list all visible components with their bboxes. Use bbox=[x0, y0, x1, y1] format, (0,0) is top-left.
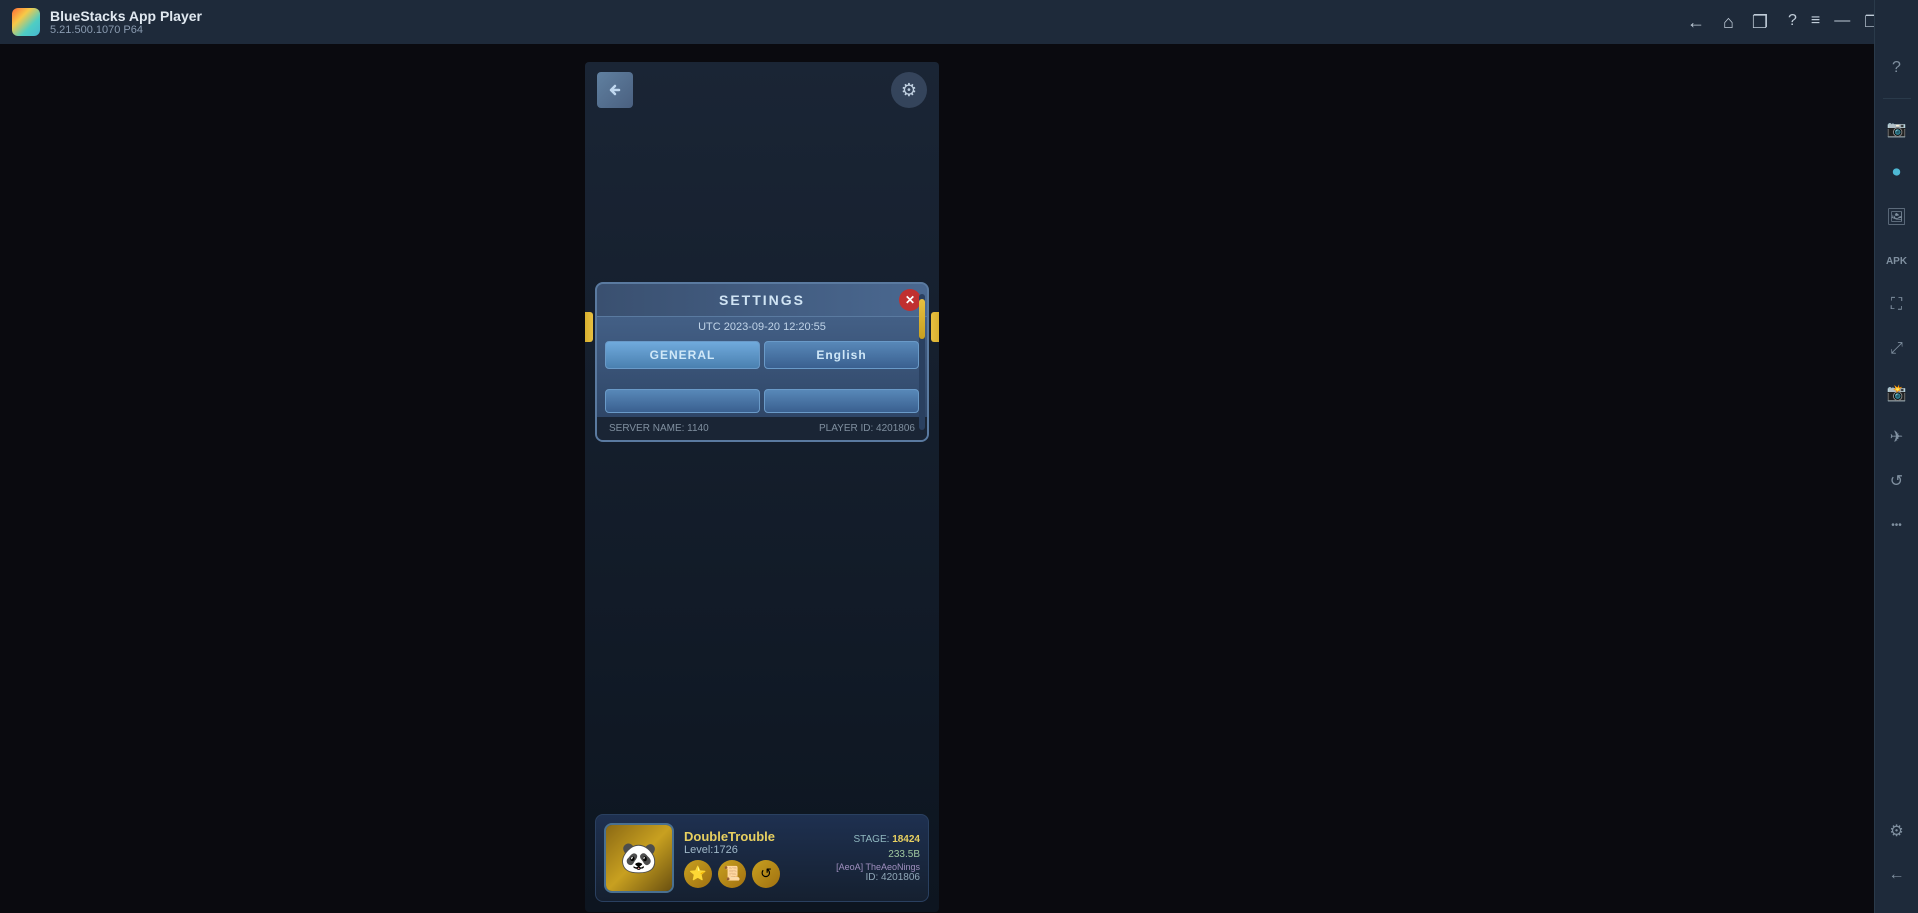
settings-bottom-tabs bbox=[597, 385, 927, 417]
title-bar-text: BlueStacks App Player 5.21.500.1070 P64 bbox=[50, 8, 1687, 36]
deco-right bbox=[931, 312, 939, 342]
deco-left bbox=[585, 312, 593, 342]
copy-nav-button[interactable]: ❐ bbox=[1752, 12, 1768, 33]
hamburger-menu-button[interactable]: ≡ bbox=[1811, 12, 1820, 32]
character-level: Level:1726 bbox=[684, 844, 826, 856]
settings-scrollbar-thumb bbox=[919, 299, 925, 339]
back-arrow-icon bbox=[605, 82, 625, 98]
guild-info: [AeoA] TheAeoNings bbox=[836, 862, 920, 872]
avatar-image: 🐼 bbox=[606, 825, 672, 891]
character-section: 🐼 DoubleTrouble Level:1726 ⭐ 📜 ↺ STAGE: bbox=[595, 814, 929, 902]
settings-bottom-tab-2[interactable] bbox=[764, 389, 919, 413]
version-label: 5.21.500.1070 P64 bbox=[50, 24, 1687, 36]
settings-panel: SETTINGS ✕ UTC 2023-09-20 12:20:55 GENER… bbox=[595, 282, 929, 442]
game-area: ⚙ SETTINGS ✕ UTC 2023-09-20 12:20:55 GEN… bbox=[0, 44, 1874, 913]
stage-info: STAGE: 18424 bbox=[836, 834, 920, 845]
avatar-emoji: 🐼 bbox=[620, 841, 657, 876]
sidebar-record-icon[interactable]: ⏺ bbox=[1879, 155, 1915, 191]
settings-tabs: GENERAL English bbox=[597, 337, 927, 377]
server-name-label: SERVER NAME: 1140 bbox=[609, 423, 709, 434]
sidebar-bottom: ⚙ ← bbox=[1879, 813, 1915, 893]
help-button[interactable]: ? bbox=[1788, 12, 1797, 32]
sidebar-more-icon[interactable]: ••• bbox=[1879, 507, 1915, 543]
settings-timestamp: UTC 2023-09-20 12:20:55 bbox=[597, 317, 927, 337]
sidebar-divider-1 bbox=[1883, 98, 1911, 99]
sidebar-help-icon[interactable]: ? bbox=[1879, 50, 1915, 86]
sidebar-photo-icon[interactable]: 🖼 bbox=[1879, 199, 1915, 235]
character-avatar: 🐼 bbox=[604, 823, 674, 893]
settings-close-button[interactable]: ✕ bbox=[899, 289, 921, 311]
app-settings-button[interactable]: ⚙ bbox=[891, 72, 927, 108]
main-content: ⚙ SETTINGS ✕ UTC 2023-09-20 12:20:55 GEN… bbox=[0, 44, 1874, 913]
sidebar-resolution-icon[interactable]: ⛶ bbox=[1879, 287, 1915, 323]
coins-info: 233.5B bbox=[836, 849, 920, 860]
sidebar-rotate-icon[interactable]: ↺ bbox=[1879, 463, 1915, 499]
home-nav-button[interactable]: ⌂ bbox=[1723, 12, 1734, 33]
sidebar-fullscreen-expand-icon[interactable]: ⤢ bbox=[1879, 331, 1915, 367]
sidebar-apk-icon[interactable]: APK bbox=[1879, 243, 1915, 279]
sidebar-settings-icon[interactable]: ⚙ bbox=[1879, 813, 1915, 849]
app-back-button[interactable] bbox=[597, 72, 633, 108]
character-info: DoubleTrouble Level:1726 ⭐ 📜 ↺ bbox=[684, 829, 826, 888]
settings-scrollbar[interactable] bbox=[919, 294, 925, 430]
sidebar-screenshot-icon[interactable]: 📸 bbox=[1879, 375, 1915, 411]
bluestacks-logo bbox=[12, 8, 40, 36]
sidebar-arrow-left-icon[interactable]: ← bbox=[1879, 857, 1915, 893]
character-scroll-button[interactable]: 📜 bbox=[718, 860, 746, 888]
character-name: DoubleTrouble bbox=[684, 829, 826, 844]
settings-title-bar: SETTINGS ✕ bbox=[597, 284, 927, 317]
stage-value: 18424 bbox=[892, 834, 920, 845]
settings-tab-language[interactable]: English bbox=[764, 341, 919, 369]
sidebar-flight-icon[interactable]: ✈ bbox=[1879, 419, 1915, 455]
stage-label: STAGE: bbox=[853, 834, 889, 845]
title-bar: BlueStacks App Player 5.21.500.1070 P64 … bbox=[0, 0, 1918, 44]
character-id: ID: 4201806 bbox=[836, 872, 920, 883]
settings-bottom-tab-1[interactable] bbox=[605, 389, 760, 413]
character-star-button[interactable]: ⭐ bbox=[684, 860, 712, 888]
settings-title: SETTINGS bbox=[719, 292, 805, 308]
sidebar-camera-icon[interactable]: 📷 bbox=[1879, 111, 1915, 147]
character-right-stats: STAGE: 18424 233.5B [AeoA] TheAeoNings I… bbox=[836, 834, 920, 883]
app-top-bar: ⚙ bbox=[585, 72, 939, 108]
player-id-label: PLAYER ID: 4201806 bbox=[819, 423, 915, 434]
settings-bottom-bar: SERVER NAME: 1140 PLAYER ID: 4201806 bbox=[597, 417, 927, 440]
minimize-button[interactable]: — bbox=[1834, 12, 1850, 32]
app-name-label: BlueStacks App Player bbox=[50, 8, 1687, 24]
title-bar-nav: ← ⌂ ❐ bbox=[1687, 12, 1768, 33]
right-sidebar: ? 📷 ⏺ 🖼 APK ⛶ ⤢ 📸 ✈ ↺ ••• ⚙ ← bbox=[1874, 0, 1918, 913]
back-nav-button[interactable]: ← bbox=[1687, 12, 1705, 33]
settings-tab-general[interactable]: GENERAL bbox=[605, 341, 760, 369]
character-refresh-button[interactable]: ↺ bbox=[752, 860, 780, 888]
character-action-icons: ⭐ 📜 ↺ bbox=[684, 860, 826, 888]
app-window: ⚙ SETTINGS ✕ UTC 2023-09-20 12:20:55 GEN… bbox=[585, 62, 939, 912]
